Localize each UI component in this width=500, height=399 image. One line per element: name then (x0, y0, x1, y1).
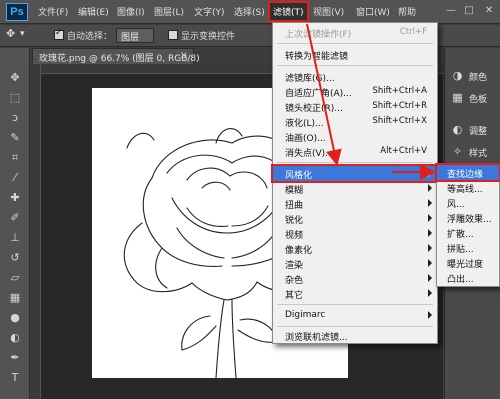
vertical-ruler (31, 64, 41, 399)
menu-divider (277, 326, 433, 327)
menu-bar: Ps 文件(F) 编辑(E) 图像(I) 图层(L) 文字(Y) 选择(S) 滤… (0, 0, 500, 24)
submenu-item-wind[interactable]: 风... (437, 195, 499, 210)
menu-item-lens-correction[interactable]: 镜头校正(R)... Shift+Ctrl+R (273, 99, 437, 114)
menu-select[interactable]: 选择(S) (234, 5, 265, 18)
submenu-arrow-icon (428, 184, 432, 192)
eraser-tool-icon[interactable]: ▱ (6, 270, 24, 286)
submenu-item-tiles[interactable]: 拼贴... (437, 240, 499, 255)
show-transform-label: 显示变换控件 (181, 32, 236, 42)
menu-item-adaptive-wide-angle[interactable]: 自适应广角(A)... Shift+Ctrl+A (273, 84, 437, 99)
menu-type[interactable]: 文字(Y) (194, 5, 225, 18)
eyedropper-tool-icon[interactable]: ⁄ (6, 170, 24, 186)
color-icon: ◑ (452, 69, 463, 82)
panel-adjustments-label: 调整 (469, 127, 488, 137)
tool-preset-arrow-icon[interactable]: ▾ (20, 29, 25, 39)
quick-select-tool-icon[interactable]: ✎ (6, 130, 24, 146)
menu-item-filter-gallery[interactable]: 滤镜库(G)... (273, 69, 437, 84)
adjustments-icon: ◐ (452, 123, 463, 136)
submenu-arrow-icon (428, 244, 432, 252)
menu-image[interactable]: 图像(I) (117, 5, 145, 18)
menu-edit[interactable]: 编辑(E) (78, 5, 109, 18)
close-tab-icon[interactable]: × (180, 50, 188, 61)
submenu-arrow-icon (428, 311, 432, 319)
menu-view[interactable]: 视图(V) (313, 5, 344, 18)
dodge-tool-icon[interactable]: ◐ (6, 330, 24, 346)
auto-select-dropdown[interactable]: 图层 (116, 28, 154, 43)
photoshop-logo: Ps (6, 3, 28, 21)
menu-item-noise[interactable]: 杂色 (273, 271, 437, 286)
menu-item-distort[interactable]: 扭曲 (273, 196, 437, 211)
auto-select-checkbox[interactable] (54, 28, 64, 40)
menu-divider (277, 162, 433, 163)
panel-adjustments[interactable]: ◐ 调整 (449, 120, 499, 140)
panel-swatches[interactable]: ▦ 色板 (449, 88, 499, 108)
move-tool-icon[interactable]: ✥ (6, 27, 15, 40)
submenu-item-extrude[interactable]: 凸出... (437, 270, 499, 285)
submenu-arrow-icon (428, 259, 432, 267)
menu-item-last-filter: 上次滤镜操作(F) Ctrl+F (285, 27, 427, 40)
restore-icon[interactable]: □ (462, 4, 476, 18)
submenu-arrow-icon (428, 169, 432, 177)
submenu-arrow-icon (428, 289, 432, 297)
menu-item-browse-online-filters[interactable]: 浏览联机滤镜... (273, 328, 437, 343)
menu-help[interactable]: 帮助 (398, 5, 416, 18)
menu-window[interactable]: 窗口(W) (356, 5, 390, 18)
panel-styles[interactable]: ✧ 样式 (449, 142, 499, 162)
submenu-item-diffuse[interactable]: 扩散... (437, 225, 499, 240)
menu-item-stylize[interactable]: 风格化 (271, 164, 439, 183)
show-transform-checkbox[interactable] (168, 30, 178, 40)
menu-item-pixelate[interactable]: 像素化 (273, 241, 437, 256)
menu-divider (277, 65, 433, 66)
gradient-tool-icon[interactable]: ▦ (6, 290, 24, 306)
menu-divider (277, 304, 433, 305)
menu-layer[interactable]: 图层(L) (154, 5, 184, 18)
close-icon[interactable]: ✕ (482, 4, 496, 18)
menu-item-render[interactable]: 渲染 (273, 256, 437, 271)
pen-tool-icon[interactable]: ✒ (6, 350, 24, 366)
menu-item-other[interactable]: 其它 (273, 286, 437, 301)
swatches-icon: ▦ (452, 91, 463, 104)
lasso-tool-icon[interactable]: ↄ (6, 110, 24, 126)
menu-divider (277, 43, 433, 44)
panel-color[interactable]: ◑ 颜色 (449, 66, 499, 86)
submenu-arrow-icon (428, 274, 432, 282)
filter-menu: 上次滤镜操作(F) Ctrl+F 转换为智能滤镜 滤镜库(G)... 自适应广角… (271, 22, 439, 344)
menu-filter[interactable]: 滤镜(T) (268, 1, 309, 22)
submenu-item-solarize[interactable]: 曝光过度 (437, 255, 499, 270)
menu-item-vanishing-point[interactable]: 消失点(V)... Alt+Ctrl+V (273, 144, 437, 159)
brush-tool-icon[interactable]: ✐ (6, 210, 24, 226)
marquee-tool-icon[interactable]: ⬚ (6, 90, 24, 106)
menu-item-liquify[interactable]: 液化(L)... Shift+Ctrl+X (273, 114, 437, 129)
stylize-submenu: 查找边缘 等高线... 风... 浮雕效果... 扩散... 拼贴... 曝光过… (435, 163, 500, 287)
move-tool-icon[interactable]: ✥ (6, 70, 24, 86)
blur-tool-icon[interactable]: ● (6, 310, 24, 326)
styles-icon: ✧ (452, 145, 463, 158)
type-tool-icon[interactable]: T (6, 370, 24, 386)
document-tab[interactable]: 玫瑰花.png @ 66.7% (图层 0, RGB/8) × (32, 48, 200, 64)
auto-select-label: 自动选择： (67, 32, 113, 42)
menu-item-blur[interactable]: 模糊 (273, 181, 437, 196)
menu-item-sharpen[interactable]: 锐化 (273, 211, 437, 226)
minimize-icon[interactable]: — (444, 4, 458, 18)
submenu-item-contour[interactable]: 等高线... (437, 180, 499, 195)
submenu-arrow-icon (428, 199, 432, 207)
clone-stamp-tool-icon[interactable]: ⊥ (6, 230, 24, 246)
document-title: 玫瑰花.png @ 66.7% (图层 0, RGB/8) (39, 54, 200, 64)
menu-file[interactable]: 文件(F) (38, 5, 68, 18)
crop-tool-icon[interactable]: ⌗ (6, 150, 24, 166)
submenu-item-emboss[interactable]: 浮雕效果... (437, 210, 499, 225)
menu-item-digimarc[interactable]: Digimarc (273, 308, 437, 323)
tools-panel: ✥ ⬚ ↄ ✎ ⌗ ⁄ ✚ ✐ ⊥ ↺ ▱ ▦ ● ◐ ✒ T (0, 48, 30, 399)
submenu-arrow-icon (428, 229, 432, 237)
panel-color-label: 颜色 (469, 73, 488, 83)
healing-brush-tool-icon[interactable]: ✚ (6, 190, 24, 206)
history-brush-tool-icon[interactable]: ↺ (6, 250, 24, 266)
submenu-arrow-icon (428, 214, 432, 222)
menu-item-oil-paint[interactable]: 油画(O)... (273, 129, 437, 144)
panel-swatches-label: 色板 (469, 95, 488, 105)
menu-item-convert-smart-filter[interactable]: 转换为智能滤镜 (273, 47, 437, 62)
panel-styles-label: 样式 (469, 149, 488, 159)
menu-item-video[interactable]: 视频 (273, 226, 437, 241)
submenu-item-find-edges[interactable]: 查找边缘 (435, 163, 500, 182)
